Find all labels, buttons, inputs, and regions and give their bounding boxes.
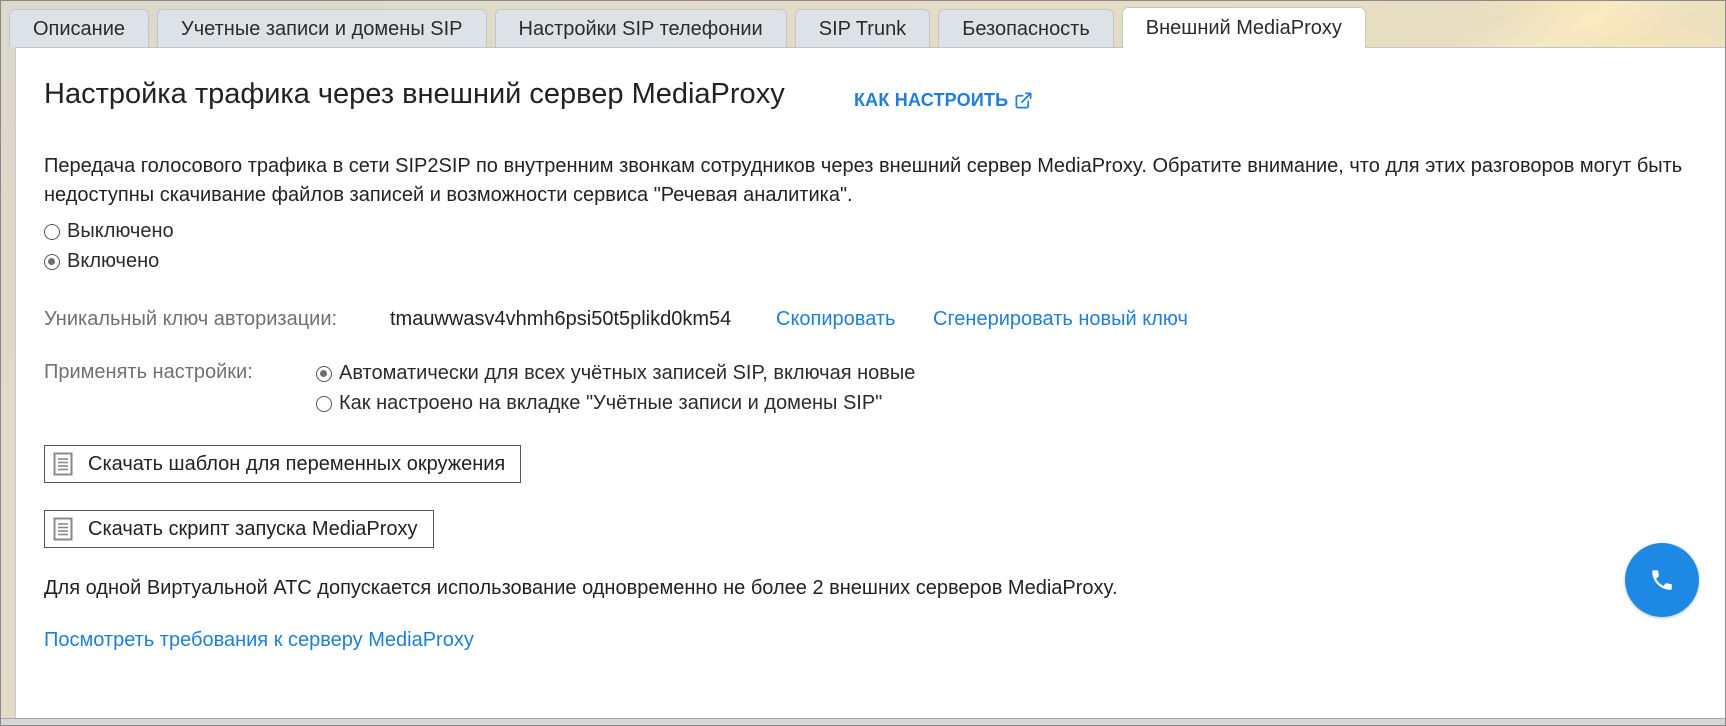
- download-script-label: Скачать скрипт запуска MediaProxy: [88, 517, 418, 540]
- tab-sip-accounts[interactable]: Учетные записи и домены SIP: [157, 9, 487, 47]
- tab-security[interactable]: Безопасность: [938, 9, 1114, 47]
- radio-apply-auto-circle[interactable]: [316, 365, 332, 382]
- tab-bar: Описание Учетные записи и домены SIP Нас…: [9, 7, 1374, 48]
- page-title: Настройка трафика через внешний сервер M…: [44, 78, 785, 110]
- howto-link[interactable]: КАК НАСТРОИТЬ: [854, 90, 1033, 111]
- generate-key-link[interactable]: Сгенерировать новый ключ: [933, 308, 1188, 331]
- tab-description[interactable]: Описание: [9, 9, 150, 47]
- download-script-button[interactable]: Скачать скрипт запуска MediaProxy: [44, 510, 434, 548]
- app-window: Описание Учетные записи и домены SIP Нас…: [0, 0, 1726, 726]
- radio-apply-auto-label: Автоматически для всех учётных записей S…: [339, 362, 916, 384]
- external-link-icon: [1015, 92, 1032, 109]
- phone-icon: [1652, 570, 1672, 590]
- radio-off[interactable]: Выключено: [44, 220, 174, 243]
- call-button[interactable]: [1625, 543, 1699, 617]
- radio-on-label: Включено: [67, 250, 160, 272]
- download-env-template-label: Скачать шаблон для переменных окружения: [88, 452, 506, 475]
- radio-apply-manual-circle[interactable]: [316, 395, 332, 412]
- radio-off-label: Выключено: [67, 220, 174, 242]
- limit-note: Для одной Виртуальной АТС допускается ис…: [44, 577, 1118, 599]
- radio-off-circle[interactable]: [44, 223, 60, 240]
- description-text: Передача голосового трафика в сети SIP2S…: [44, 155, 1683, 206]
- content-panel: Настройка трафика через внешний сервер M…: [15, 47, 1725, 720]
- radio-on-circle[interactable]: [44, 253, 60, 270]
- download-env-template-button[interactable]: Скачать шаблон для переменных окружения: [44, 445, 522, 483]
- radio-apply-manual[interactable]: Как настроено на вкладке "Учётные записи…: [316, 392, 882, 415]
- radio-apply-auto[interactable]: Автоматически для всех учётных записей S…: [316, 362, 915, 385]
- copy-key-link[interactable]: Скопировать: [776, 308, 895, 331]
- tab-external-mediaproxy[interactable]: Внешний MediaProxy: [1121, 7, 1366, 48]
- auth-key-value: tmauwwasv4vhmh6psi50t5plikd0km54: [390, 308, 732, 330]
- document-icon: [53, 517, 73, 541]
- apply-settings-label: Применять настройки:: [44, 361, 253, 383]
- tab-sip-settings[interactable]: Настройки SIP телефонии: [494, 9, 787, 47]
- header-decoration: [1345, 1, 1725, 49]
- document-icon: [53, 452, 73, 476]
- howto-link-label: КАК НАСТРОИТЬ: [854, 90, 1009, 110]
- radio-on[interactable]: Включено: [44, 250, 159, 273]
- auth-key-label: Уникальный ключ авторизации:: [44, 308, 338, 330]
- bottom-scroll-strip: [1, 718, 1725, 725]
- requirements-link[interactable]: Посмотреть требования к серверу MediaPro…: [44, 629, 474, 652]
- tab-sip-trunk[interactable]: SIP Trunk: [794, 9, 931, 47]
- radio-apply-manual-label: Как настроено на вкладке "Учётные записи…: [339, 392, 883, 414]
